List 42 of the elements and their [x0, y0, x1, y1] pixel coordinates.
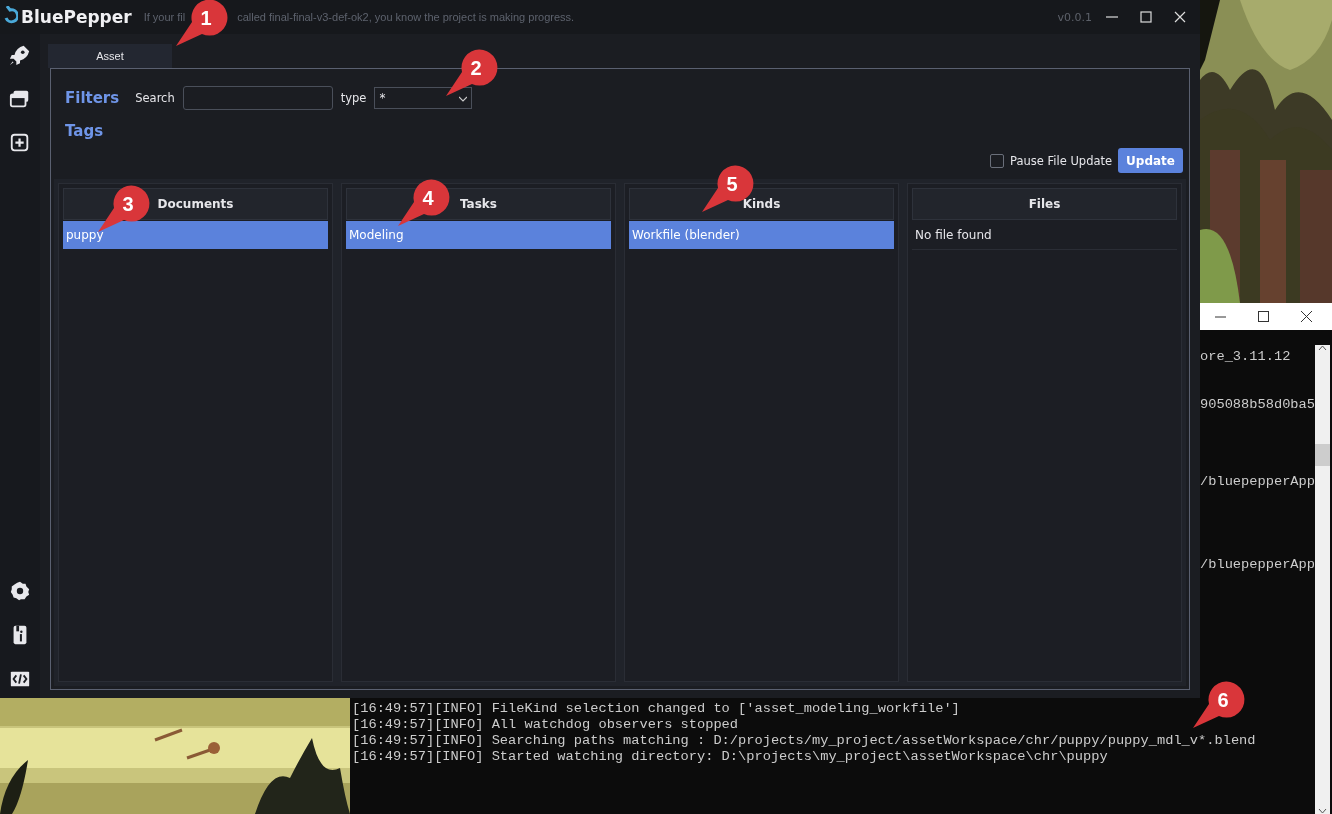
console-line: ore_3.11.12 [1199, 349, 1292, 365]
console-line: 905088b58d0ba5 [1199, 397, 1315, 413]
close-icon[interactable] [1301, 311, 1312, 322]
callout-marker: 2 [446, 49, 498, 96]
field-label: Search [135, 91, 175, 105]
console-line: [16:49:57][INFO] All watchdog observers stopped [352, 717, 740, 733]
empty-message: No file found [912, 221, 1177, 250]
callout-marker: 3 [98, 185, 150, 232]
type-dropdown[interactable]: * [374, 87, 473, 109]
windows-icon[interactable] [9, 88, 31, 110]
rocket-icon[interactable] [9, 44, 31, 66]
list-item[interactable]: Modeling [346, 221, 611, 249]
add-icon[interactable] [9, 132, 31, 154]
app-title: BluePepper [21, 7, 132, 27]
console-line: [16:49:57][INFO] Started watching directory: D:\projects\my_project\assetWorkspace\chr\puppy [352, 749, 1109, 765]
console-line: /bluepepperApp [1199, 557, 1315, 573]
maximize-icon[interactable] [1258, 311, 1269, 322]
field-label: type [340, 91, 367, 105]
filters-heading: Filters [65, 89, 120, 107]
update-button[interactable]: Update [1118, 148, 1183, 173]
console-line: [16:49:57][INFO] FileKind selection changed to ['asset_modeling_workfile'] [352, 701, 961, 717]
checkbox[interactable] [990, 153, 1005, 168]
checkbox-label: Pause File Update [1010, 153, 1113, 168]
console-line: [16:49:57][INFO] Searching paths matching : D:/projects/my_project/assetWorkspace/chr/puppy/puppy_mdl_v*.blend [352, 733, 1257, 749]
column-header: Files [912, 188, 1177, 220]
tagline: If your fil [143, 11, 186, 23]
search-field[interactable] [182, 86, 333, 110]
logo-icon [4, 6, 18, 24]
version-label: v0.0.1 [1057, 10, 1092, 24]
tagline: called final-final-v3-def-ok2, you know the project is making progress. [237, 11, 575, 23]
settings-icon[interactable] [9, 580, 31, 602]
list-item[interactable]: Workfile (blender) [629, 221, 894, 249]
scroll-up-icon[interactable] [1318, 345, 1327, 351]
callout-marker: 4 [398, 179, 450, 226]
tags-heading: Tags [65, 122, 104, 140]
chevron-down-icon [459, 96, 468, 102]
callout-marker: 6 [1193, 681, 1245, 728]
tab[interactable]: Asset [48, 44, 172, 68]
scroll-down-icon[interactable] [1318, 808, 1327, 814]
scrollbar-thumb[interactable] [1315, 443, 1330, 466]
list-item[interactable]: puppy [63, 221, 328, 249]
console-line: /bluepepperApp [1199, 474, 1315, 490]
